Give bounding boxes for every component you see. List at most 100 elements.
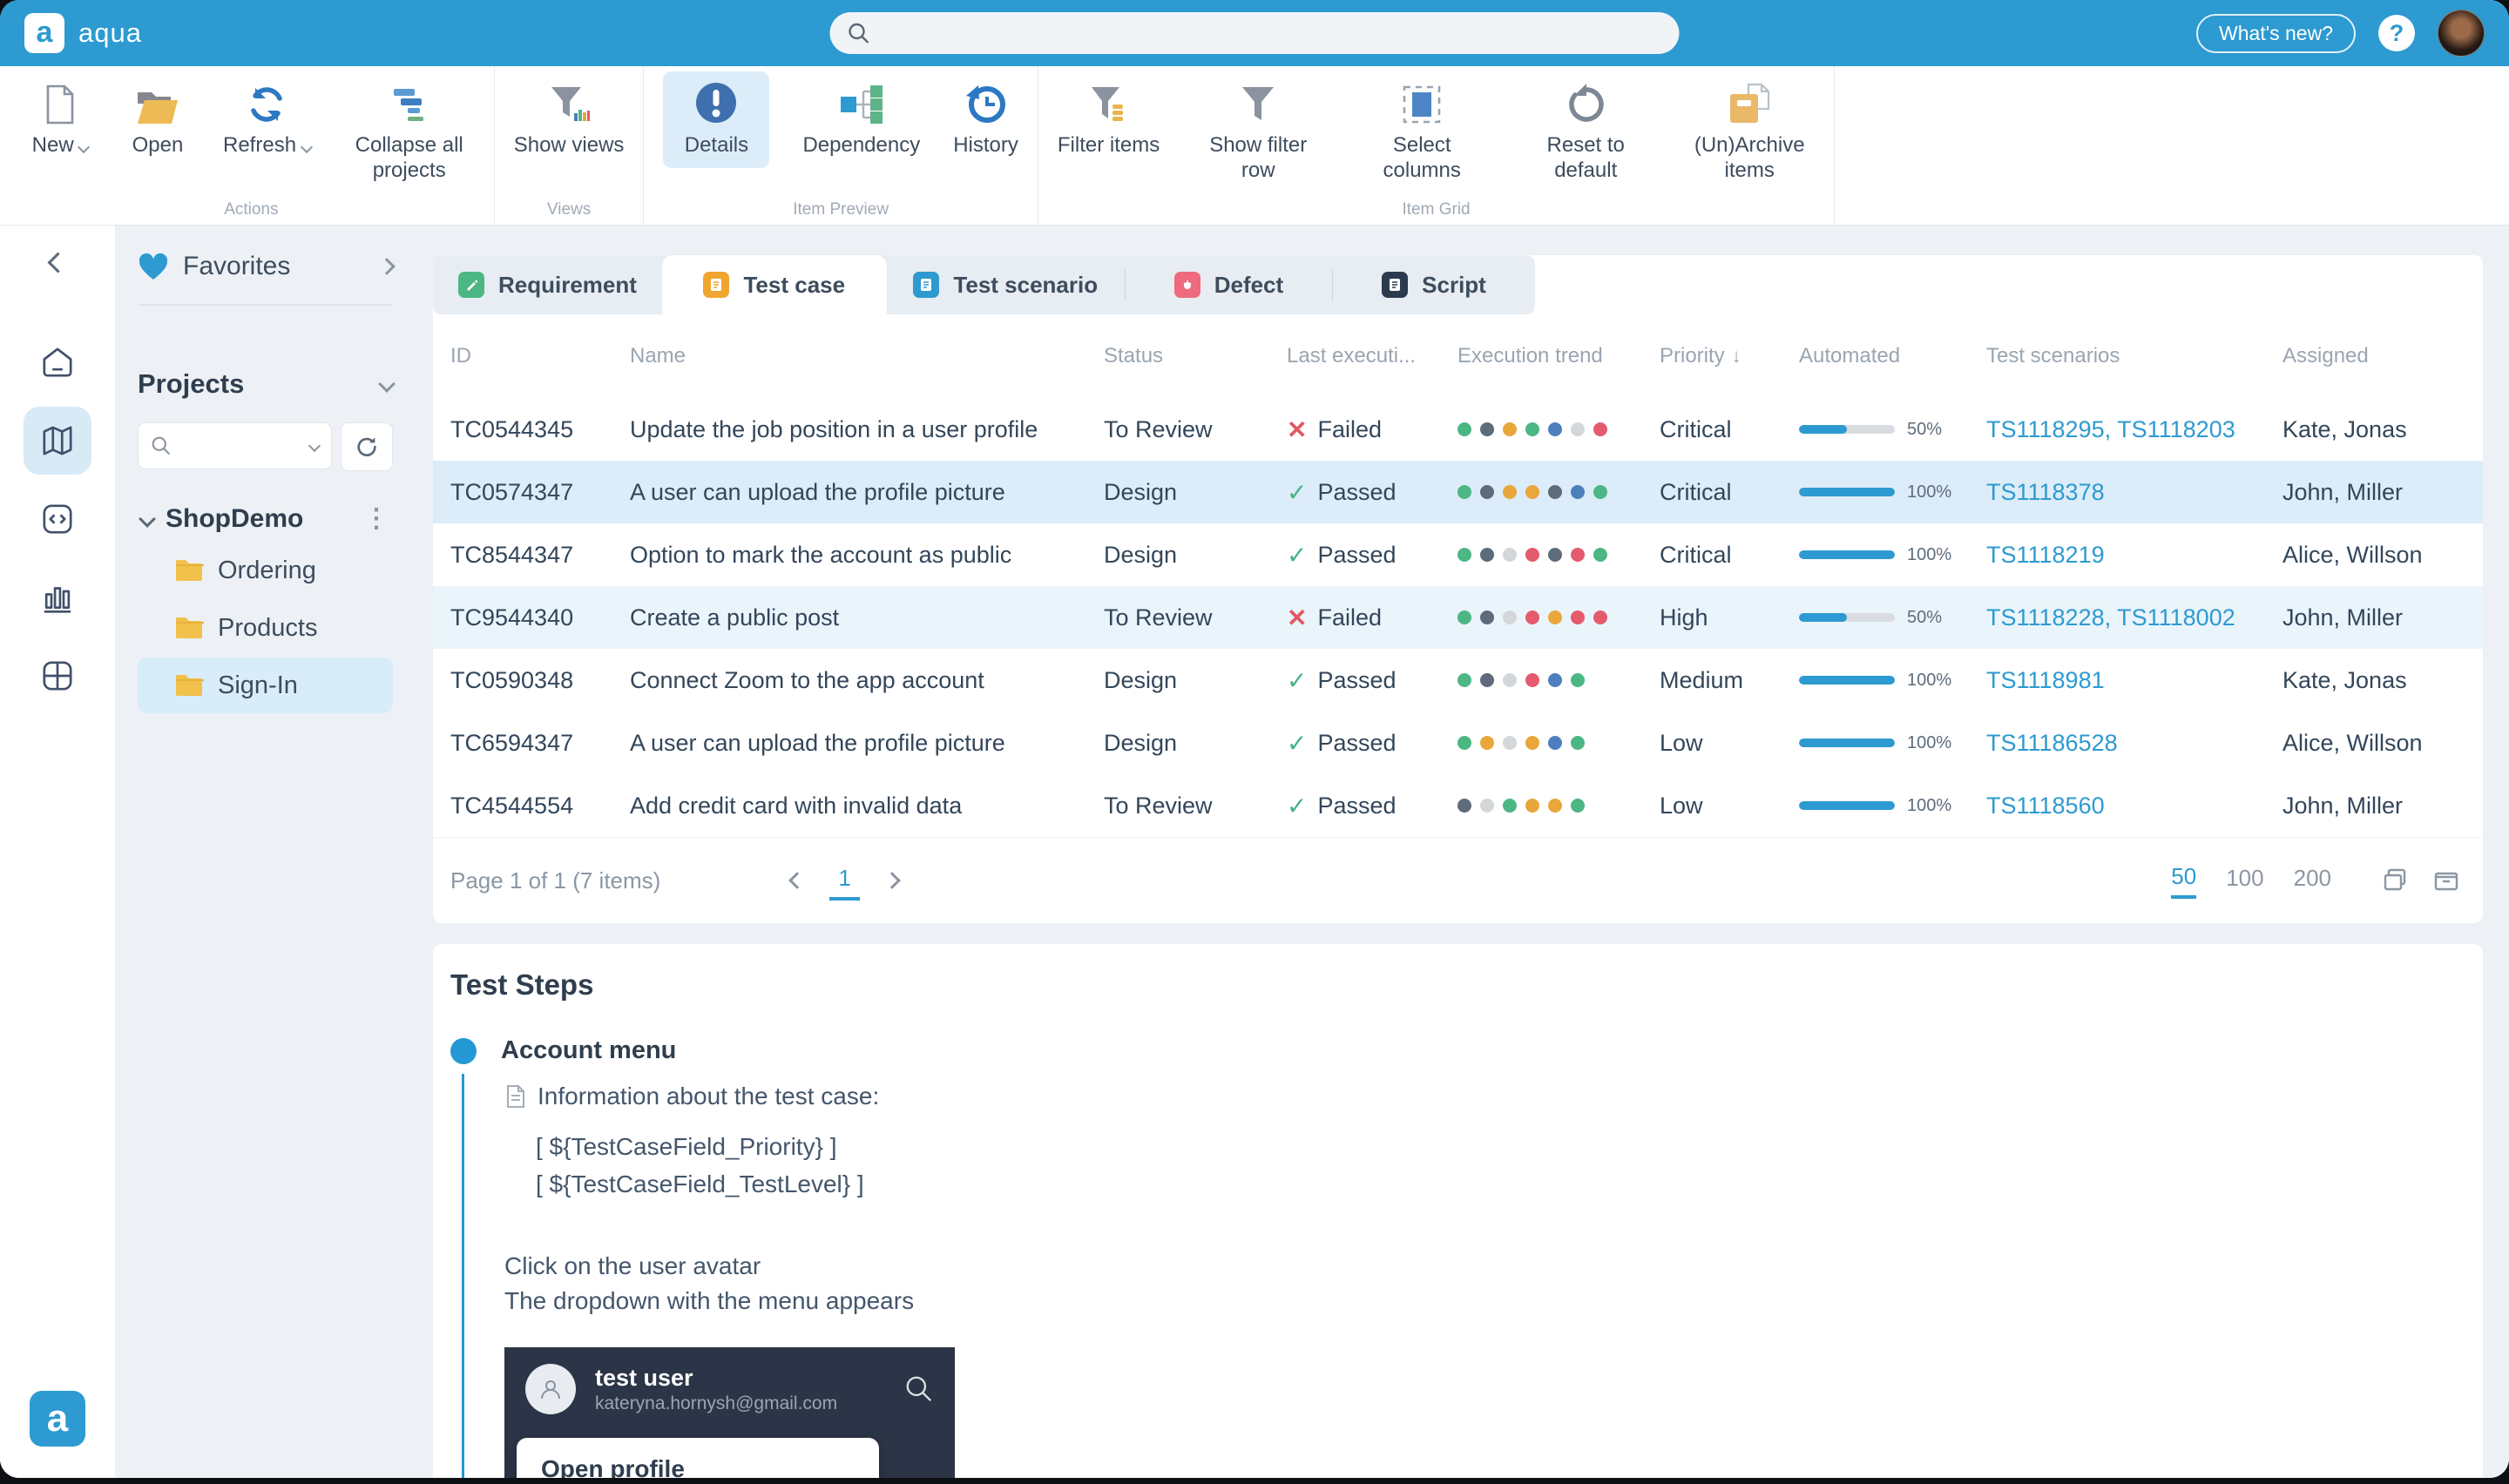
trend-dot-red [1571, 610, 1585, 624]
test-steps-title: Test Steps [450, 968, 2483, 1002]
ribbon-group-actions: New Open Refresh Collapse all projects A… [9, 66, 495, 225]
table-row[interactable]: TC6594347 A user can upload the profile … [433, 712, 2483, 774]
whats-new-button[interactable]: What's new? [2196, 14, 2356, 53]
cell-execution-trend [1457, 736, 1660, 750]
cell-last-execution: ✓Passed [1287, 792, 1457, 820]
cell-test-scenarios-link[interactable]: TS1118560 [1986, 793, 2282, 820]
table-row[interactable]: TC4544554 Add credit card with invalid d… [433, 774, 2483, 837]
collapse-all-projects-button[interactable]: Collapse all projects [344, 80, 475, 184]
chevron-down-icon [78, 141, 90, 153]
show-filter-row-button[interactable]: Show filter row [1193, 80, 1323, 184]
trend-dot-yellow [1503, 422, 1517, 436]
table-row-selected[interactable]: TC0574347 A user can upload the profile … [433, 461, 2483, 523]
new-button[interactable]: New [28, 80, 92, 158]
tree-node-shopdemo[interactable]: ShopDemo ⋮ [138, 497, 393, 541]
cell-test-scenarios-link[interactable]: TS1118295, TS1118203 [1986, 416, 2282, 443]
show-views-funnel-icon [548, 84, 590, 125]
reset-to-default-button[interactable]: Reset to default [1520, 80, 1651, 184]
select-columns-button[interactable]: Select columns [1356, 80, 1487, 184]
dependency-button[interactable]: Dependency [802, 80, 920, 158]
column-header-test-scenarios[interactable]: Test scenarios [1986, 344, 2282, 368]
column-header-status[interactable]: Status [1104, 344, 1287, 368]
filter-items-button[interactable]: Filter items [1058, 80, 1160, 158]
project-refresh-button[interactable] [341, 422, 393, 471]
table-row-highlighted[interactable]: TC9544340 Create a public post To Review… [433, 586, 2483, 649]
tab-test-case[interactable]: Test case [662, 255, 887, 314]
tab-requirement[interactable]: Requirement [433, 255, 662, 314]
column-header-automated[interactable]: Automated [1799, 344, 1986, 368]
favorites-header[interactable]: Favorites [138, 252, 393, 281]
trend-dot-yellow [1525, 736, 1539, 750]
collapse-sidebar-button[interactable] [51, 255, 65, 274]
page-size-200[interactable]: 200 [2294, 865, 2331, 897]
project-search-input[interactable] [138, 422, 332, 469]
result-icon: ✓ [1287, 541, 1307, 570]
cell-test-scenarios-link[interactable]: TS1118219 [1986, 542, 2282, 569]
screenshot-user-name: test user [595, 1363, 837, 1393]
trend-dot-green [1593, 548, 1607, 562]
open-button[interactable]: Open [125, 80, 190, 158]
progress-bar [1799, 425, 1895, 434]
chevron-down-icon[interactable] [308, 440, 321, 452]
page-size-100[interactable]: 100 [2226, 865, 2263, 897]
step-attachment-screenshot[interactable]: test user kateryna.hornysh@gmail.com Ope… [504, 1347, 955, 1478]
unarchive-items-button[interactable]: (Un)Archive items [1684, 80, 1815, 184]
chevron-down-icon[interactable] [378, 375, 396, 393]
kebab-menu-icon[interactable]: ⋮ [363, 506, 389, 532]
nav-scripts-button[interactable] [24, 485, 91, 553]
tab-script[interactable]: Script [1333, 255, 1535, 314]
table-row[interactable]: TC0590348 Connect Zoom to the app accoun… [433, 649, 2483, 712]
nav-dashboard-button[interactable] [24, 642, 91, 710]
table-row[interactable]: TC0544345 Update the job position in a u… [433, 398, 2483, 461]
cell-status: To Review [1104, 416, 1287, 443]
history-button[interactable]: History [953, 80, 1018, 158]
previous-page-button[interactable] [788, 872, 806, 889]
page-number[interactable]: 1 [829, 861, 859, 901]
cell-test-scenarios-link[interactable]: TS1118378 [1986, 479, 2282, 506]
help-button[interactable]: ? [2378, 15, 2415, 51]
progress-bar [1799, 550, 1895, 559]
column-header-assigned[interactable]: Assigned [2282, 344, 2483, 368]
column-header-execution-trend[interactable]: Execution trend [1457, 344, 1660, 368]
step-name[interactable]: Account menu [501, 1036, 676, 1065]
cell-assigned: John, Miller [2282, 604, 2483, 631]
tree-folder-sign-in[interactable]: Sign-In [138, 658, 393, 713]
cell-test-scenarios-link[interactable]: TS1118981 [1986, 667, 2282, 694]
aqua-logo-icon: a [24, 13, 64, 53]
details-button[interactable]: Details [663, 71, 769, 168]
show-views-button[interactable]: Show views [514, 80, 625, 158]
column-header-last-execution[interactable]: Last executi... [1287, 344, 1457, 368]
chevron-right-icon[interactable] [378, 258, 396, 275]
folder-icon [174, 616, 204, 640]
trend-dot-slate [1457, 799, 1471, 813]
cell-test-scenarios-link[interactable]: TS11186528 [1986, 730, 2282, 757]
archive-box-icon[interactable] [2431, 865, 2462, 896]
history-icon [964, 82, 1008, 125]
page-size-50[interactable]: 50 [2171, 863, 2196, 899]
tab-defect[interactable]: Defect [1126, 255, 1332, 314]
step-action-line: Click on the user avatar [504, 1249, 2483, 1285]
projects-header[interactable]: Projects [138, 368, 393, 400]
table-row[interactable]: TC8544347 Option to mark the account as … [433, 523, 2483, 586]
copy-pages-icon[interactable] [2380, 865, 2411, 896]
trend-dot-gray [1503, 610, 1517, 624]
tab-test-scenario[interactable]: Test scenario [887, 255, 1125, 314]
user-avatar[interactable] [2438, 10, 2485, 57]
logo-glyph: a [37, 17, 53, 47]
heart-icon [138, 252, 169, 281]
next-page-button[interactable] [883, 872, 901, 889]
nav-reports-button[interactable] [24, 563, 91, 631]
trend-dot-green [1457, 673, 1471, 687]
tree-folder-ordering[interactable]: Ordering [138, 543, 393, 598]
column-header-id[interactable]: ID [450, 344, 630, 368]
chevron-down-icon[interactable] [139, 510, 156, 528]
step-variable-line: [ ${TestCaseField_TestLevel} ] [536, 1165, 2483, 1203]
refresh-button[interactable]: Refresh [223, 80, 311, 158]
nav-projects-button[interactable] [24, 407, 91, 475]
cell-test-scenarios-link[interactable]: TS1118228, TS1118002 [1986, 604, 2282, 631]
tree-folder-products[interactable]: Products [138, 600, 393, 656]
column-header-priority[interactable]: Priority↓ [1660, 344, 1799, 368]
nav-home-button[interactable] [24, 328, 91, 396]
column-header-name[interactable]: Name [630, 344, 1104, 368]
global-search-input[interactable] [830, 12, 1680, 54]
